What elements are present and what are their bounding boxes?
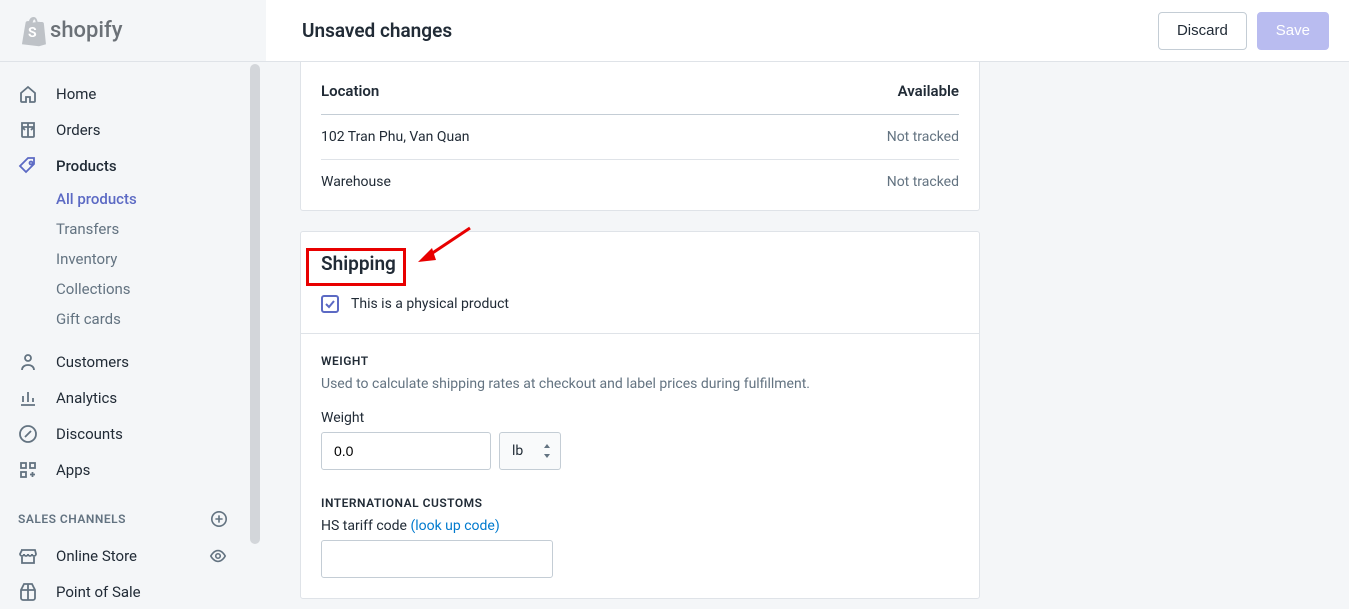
subnav-all-products[interactable]: All products xyxy=(56,184,246,214)
sidebar: Home Orders Products All products Transf… xyxy=(0,62,246,609)
nav-online-store-label: Online Store xyxy=(56,547,190,565)
nav-customers[interactable]: Customers xyxy=(0,344,246,380)
inventory-row: 102 Tran Phu, Van Quan Not tracked xyxy=(321,115,959,160)
discounts-icon xyxy=(18,424,38,444)
nav-point-of-sale[interactable]: Point of Sale xyxy=(0,574,246,609)
view-store-icon[interactable] xyxy=(208,546,228,566)
hs-label-text: HS tariff code xyxy=(321,518,410,534)
scrollbar-thumb[interactable] xyxy=(250,64,260,544)
add-channel-icon[interactable] xyxy=(210,510,228,528)
online-store-icon xyxy=(18,546,38,566)
weight-unit-select[interactable]: lb xyxy=(499,432,561,470)
nav-online-store[interactable]: Online Store xyxy=(0,538,246,574)
nav-analytics[interactable]: Analytics xyxy=(0,380,246,416)
topbar-right: Unsaved changes Discard Save xyxy=(266,0,1349,61)
nav-pos-label: Point of Sale xyxy=(56,583,141,601)
topbar-buttons: Discard Save xyxy=(1158,12,1329,50)
products-subnav: All products Transfers Inventory Collect… xyxy=(0,184,246,334)
weight-section: WEIGHT Used to calculate shipping rates … xyxy=(301,333,979,490)
hs-lookup-link[interactable]: (look up code) xyxy=(410,518,499,534)
nav-home[interactable]: Home xyxy=(0,76,246,112)
orders-icon xyxy=(18,120,38,140)
topbar-left: S shopify xyxy=(0,0,266,61)
shipping-card: Shipping This is a physical product WEIG… xyxy=(300,231,980,599)
nav-analytics-label: Analytics xyxy=(56,389,117,407)
customs-section: INTERNATIONAL CUSTOMS HS tariff code (lo… xyxy=(301,490,979,598)
subnav-transfers[interactable]: Transfers xyxy=(56,214,246,244)
home-icon xyxy=(18,84,38,104)
physical-product-label: This is a physical product xyxy=(351,296,509,312)
col-location: Location xyxy=(321,82,379,100)
nav-discounts-label: Discounts xyxy=(56,425,123,443)
inventory-row: Warehouse Not tracked xyxy=(321,160,959,190)
sales-channels-label: SALES CHANNELS xyxy=(18,512,126,526)
apps-icon xyxy=(18,460,38,480)
customs-section-title: INTERNATIONAL CUSTOMS xyxy=(321,496,959,510)
inventory-card: Location Available 102 Tran Phu, Van Qua… xyxy=(300,62,980,211)
check-icon xyxy=(324,298,336,310)
nav-discounts[interactable]: Discounts xyxy=(0,416,246,452)
weight-section-title: WEIGHT xyxy=(321,354,959,368)
content-area: Location Available 102 Tran Phu, Van Qua… xyxy=(264,62,1349,609)
customers-icon xyxy=(18,352,38,372)
subnav-inventory[interactable]: Inventory xyxy=(56,244,246,274)
shipping-title: Shipping xyxy=(301,232,979,277)
save-button[interactable]: Save xyxy=(1257,12,1329,50)
shopify-wordmark: shopify xyxy=(50,18,123,43)
nav-apps[interactable]: Apps xyxy=(0,452,246,488)
analytics-icon xyxy=(18,388,38,408)
weight-label: Weight xyxy=(321,410,959,426)
inv-available: Not tracked xyxy=(887,129,959,145)
nav-products[interactable]: Products xyxy=(0,148,246,184)
sidebar-scrollbar[interactable] xyxy=(246,62,264,609)
nav-customers-label: Customers xyxy=(56,353,129,371)
select-arrows-icon xyxy=(542,444,552,458)
nav-apps-label: Apps xyxy=(56,461,90,479)
inventory-table: Location Available 102 Tran Phu, Van Qua… xyxy=(321,82,959,190)
inv-location: 102 Tran Phu, Van Quan xyxy=(321,129,470,145)
weight-section-desc: Used to calculate shipping rates at chec… xyxy=(321,376,959,392)
physical-product-row: This is a physical product xyxy=(301,277,979,333)
discard-button[interactable]: Discard xyxy=(1158,12,1247,50)
hs-code-label: HS tariff code (look up code) xyxy=(321,518,959,534)
physical-product-checkbox[interactable] xyxy=(321,295,339,313)
shopify-bag-icon: S xyxy=(18,15,46,47)
shopify-logo[interactable]: S shopify xyxy=(18,15,123,47)
inv-available: Not tracked xyxy=(887,174,959,190)
weight-unit-value: lb xyxy=(512,443,523,459)
subnav-gift-cards[interactable]: Gift cards xyxy=(56,304,246,334)
nav-orders-label: Orders xyxy=(56,121,101,139)
hs-code-input[interactable] xyxy=(321,540,553,578)
weight-input[interactable] xyxy=(321,432,491,470)
nav-home-label: Home xyxy=(56,85,96,103)
nav-orders[interactable]: Orders xyxy=(0,112,246,148)
subnav-collections[interactable]: Collections xyxy=(56,274,246,304)
pos-icon xyxy=(18,582,38,602)
topbar: S shopify Unsaved changes Discard Save xyxy=(0,0,1349,62)
sales-channels-header: SALES CHANNELS xyxy=(0,488,246,538)
col-available: Available xyxy=(898,82,959,100)
inventory-table-header: Location Available xyxy=(321,82,959,115)
page-title: Unsaved changes xyxy=(302,19,452,42)
svg-text:S: S xyxy=(28,25,37,41)
nav-products-label: Products xyxy=(56,157,117,175)
products-icon xyxy=(18,156,38,176)
inv-location: Warehouse xyxy=(321,174,391,190)
